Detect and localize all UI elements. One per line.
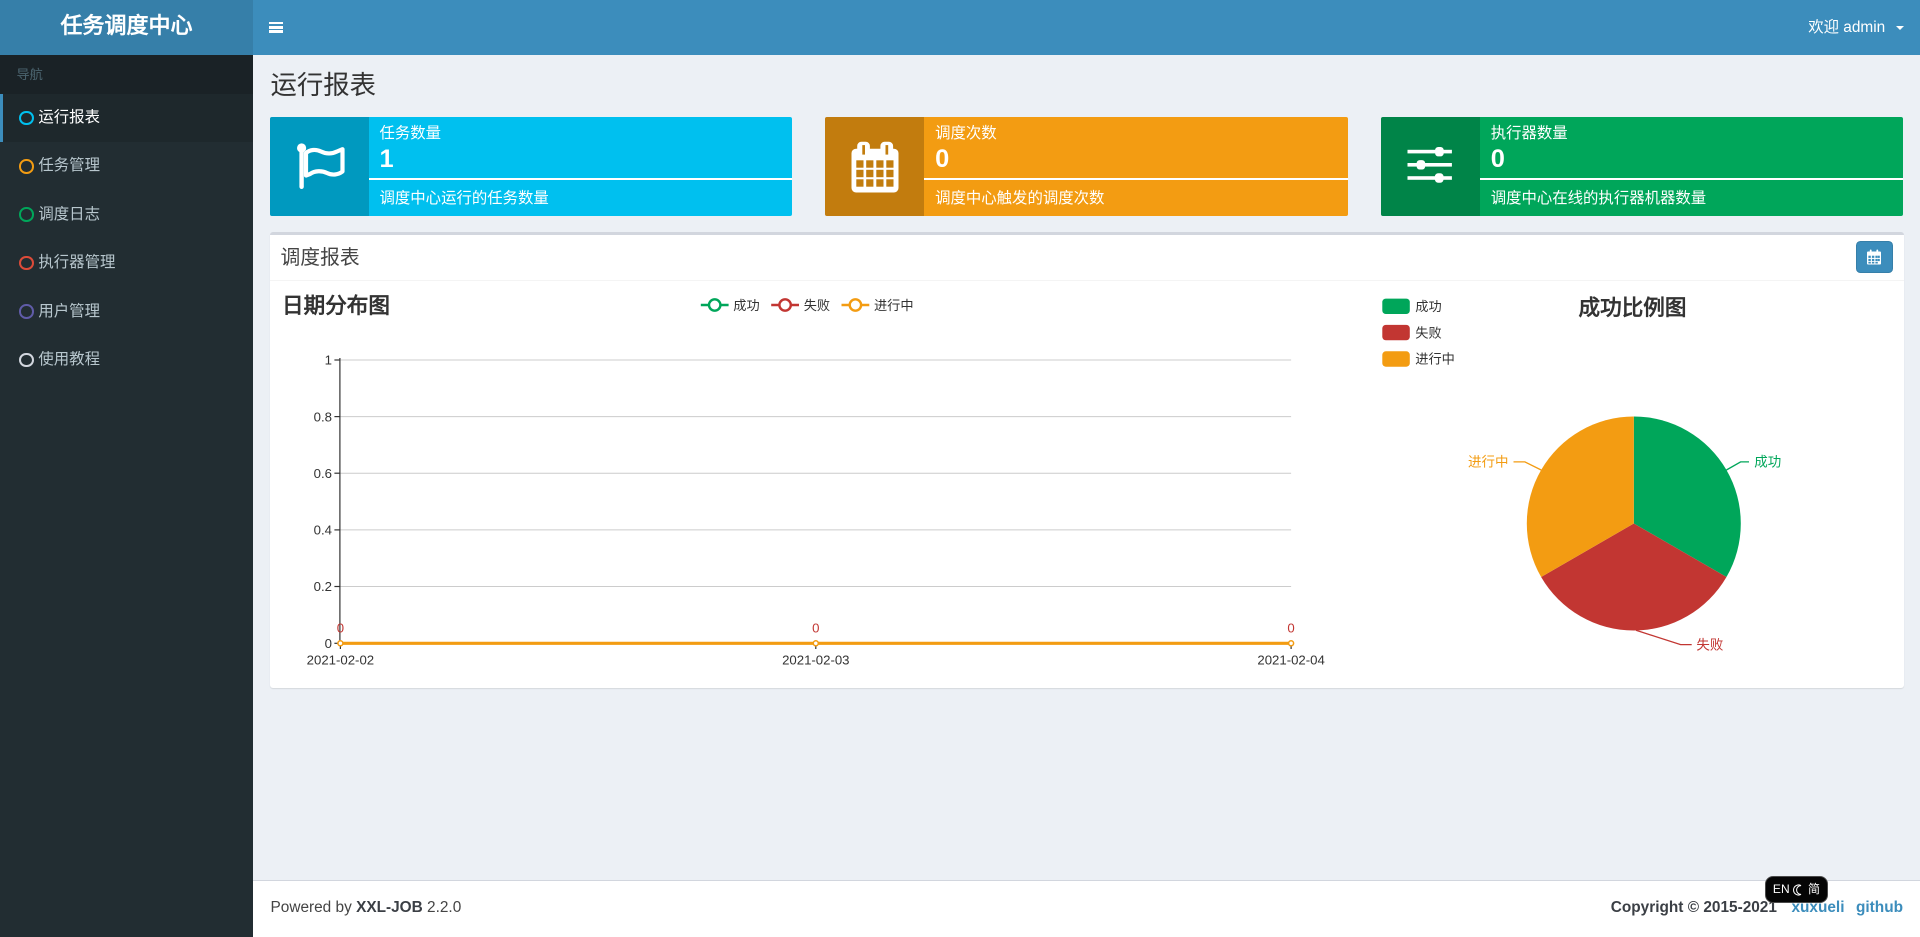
- svg-text:0: 0: [1287, 620, 1294, 635]
- svg-text:失败: 失败: [1696, 637, 1723, 652]
- svg-text:0: 0: [812, 620, 819, 635]
- svg-text:成功: 成功: [1415, 299, 1441, 314]
- svg-text:日期分布图: 日期分布图: [282, 293, 390, 318]
- svg-text:失败: 失败: [803, 297, 829, 312]
- svg-text:2021-02-02: 2021-02-02: [306, 652, 373, 667]
- svg-text:0.2: 0.2: [313, 579, 331, 594]
- svg-text:进行中: 进行中: [874, 297, 914, 312]
- svg-text:成功比例图: 成功比例图: [1579, 295, 1687, 320]
- svg-text:0.4: 0.4: [313, 522, 331, 537]
- svg-text:1: 1: [324, 352, 331, 367]
- svg-text:进行中: 进行中: [1415, 351, 1455, 366]
- svg-text:0: 0: [324, 636, 331, 651]
- svg-text:失败: 失败: [1415, 325, 1441, 340]
- svg-text:成功: 成功: [733, 297, 759, 312]
- svg-text:0: 0: [336, 620, 343, 635]
- svg-text:进行中: 进行中: [1468, 454, 1509, 469]
- svg-text:0.6: 0.6: [313, 466, 331, 481]
- svg-text:0.8: 0.8: [313, 409, 331, 424]
- svg-text:2021-02-04: 2021-02-04: [1257, 652, 1324, 667]
- svg-text:2021-02-03: 2021-02-03: [782, 652, 849, 667]
- svg-text:成功: 成功: [1754, 454, 1781, 469]
